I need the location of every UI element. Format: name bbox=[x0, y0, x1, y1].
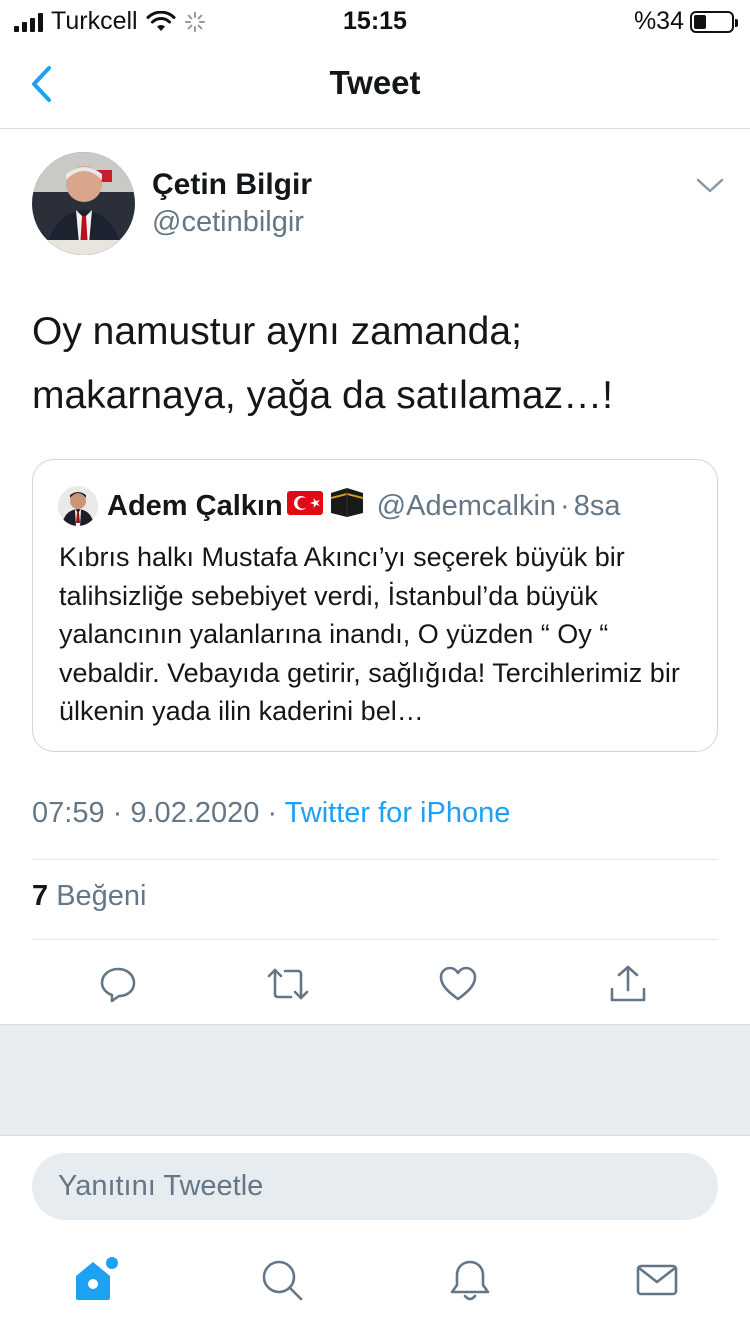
chevron-left-icon bbox=[32, 66, 51, 102]
share-icon bbox=[610, 965, 646, 1002]
tweet-actions bbox=[0, 958, 750, 1010]
reply-button[interactable] bbox=[92, 958, 144, 1010]
empty-replies-area bbox=[0, 1024, 750, 1136]
battery-icon bbox=[690, 10, 738, 33]
meta-separator: · bbox=[267, 797, 278, 829]
tweet-meta: 07:59 · 9.02.2020 · Twitter for iPhone bbox=[32, 797, 510, 830]
chevron-down-icon bbox=[696, 178, 724, 193]
share-button[interactable] bbox=[602, 958, 654, 1010]
likes-label: Beğeni bbox=[56, 880, 147, 912]
tweet-text-line: makarnaya, yağa da satılamaz…! bbox=[32, 374, 613, 417]
kaaba-emoji bbox=[329, 486, 365, 526]
likes-stat[interactable]: 7 Beğeni bbox=[32, 880, 147, 913]
signal-icon bbox=[14, 12, 43, 32]
likes-count: 7 bbox=[32, 880, 49, 912]
tab-search[interactable] bbox=[252, 1250, 312, 1310]
retweet-icon bbox=[267, 968, 309, 1000]
tweet-time: 07:59 bbox=[32, 797, 105, 829]
quoted-tweet-text: Kıbrıs halkı Mustafa Akıncı’yı seçerek b… bbox=[59, 542, 680, 726]
divider bbox=[32, 939, 718, 940]
reply-input[interactable]: Yanıtını Tweetle bbox=[32, 1153, 718, 1220]
tab-home[interactable] bbox=[64, 1250, 124, 1310]
status-bar: Turkcell 15:15 %34 bbox=[0, 0, 750, 42]
battery-level bbox=[694, 14, 707, 29]
author-handle[interactable]: @cetinbilgir bbox=[152, 206, 304, 239]
more-options-button[interactable] bbox=[690, 170, 730, 200]
page-title: Tweet bbox=[329, 64, 421, 101]
wifi-icon bbox=[146, 10, 176, 31]
quoted-author-name: Adem Çalkın bbox=[107, 489, 283, 522]
retweet-button[interactable] bbox=[262, 958, 314, 1010]
divider bbox=[32, 859, 718, 860]
battery-percent: %34 bbox=[633, 7, 684, 35]
reply-icon bbox=[100, 967, 136, 1003]
reply-placeholder: Yanıtını Tweetle bbox=[58, 1170, 264, 1202]
tweet-text-line: Oy namustur aynı zamanda; bbox=[32, 310, 522, 353]
turkey-flag-emoji bbox=[286, 490, 323, 523]
quoted-tweet-header: Adem Çalkın @Ademcalkin · 8sa bbox=[107, 486, 620, 526]
meta-separator: · bbox=[112, 797, 123, 829]
loading-spinner-icon bbox=[184, 11, 205, 32]
tweet-date: 9.02.2020 bbox=[130, 797, 260, 829]
carrier-label: Turkcell bbox=[51, 7, 138, 35]
like-button[interactable] bbox=[432, 958, 484, 1010]
author-avatar[interactable] bbox=[32, 152, 135, 255]
tab-messages[interactable] bbox=[627, 1250, 687, 1310]
bell-icon bbox=[450, 1260, 490, 1301]
quoted-author-handle: @Ademcalkin bbox=[376, 489, 557, 522]
search-icon bbox=[262, 1260, 303, 1301]
mail-icon bbox=[636, 1264, 678, 1296]
tweet-text: Oy namustur aynı zamanda; makarnaya, yağ… bbox=[32, 300, 722, 428]
navigation-bar: Tweet bbox=[0, 42, 750, 129]
back-button[interactable] bbox=[20, 62, 64, 106]
quoted-timestamp: 8sa bbox=[573, 489, 621, 522]
quoted-author-avatar bbox=[58, 486, 98, 526]
tab-bar bbox=[0, 1250, 750, 1320]
tweet-source-link[interactable]: Twitter for iPhone bbox=[285, 797, 511, 829]
quoted-separator: · bbox=[560, 489, 570, 522]
author-name[interactable]: Çetin Bilgir bbox=[152, 168, 312, 202]
heart-icon bbox=[439, 966, 477, 1001]
home-icon bbox=[76, 1257, 118, 1300]
quoted-tweet-card[interactable]: Adem Çalkın @Ademcalkin · 8sa Kıbrıs hal… bbox=[32, 459, 718, 752]
tab-notifications[interactable] bbox=[440, 1250, 500, 1310]
